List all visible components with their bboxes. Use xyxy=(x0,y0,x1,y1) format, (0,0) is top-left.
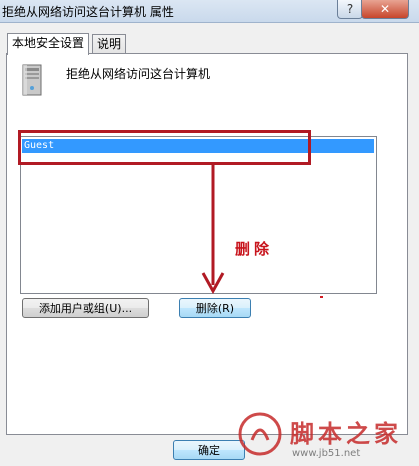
annotation-arrow-icon xyxy=(201,163,225,295)
annotation-highlight-box xyxy=(18,130,311,165)
watermark-brand: 脚本之家 xyxy=(290,419,402,448)
watermark: 脚本之家 www.jb51.net xyxy=(232,404,419,466)
tab-local-security-setting[interactable]: 本地安全设置 xyxy=(7,33,90,55)
help-button[interactable]: ? xyxy=(337,0,363,19)
policy-title: 拒绝从网络访问这台计算机 xyxy=(66,67,211,81)
title-bar: 拒绝从网络访问这台计算机 属性 ? ✕ xyxy=(0,0,419,23)
computer-icon xyxy=(22,64,42,96)
annotation-dot xyxy=(320,296,323,298)
annotation-label: 删除 xyxy=(235,240,274,258)
tab-explain[interactable]: 说明 xyxy=(92,34,127,54)
add-user-or-group-button[interactable]: 添加用户或组(U)... xyxy=(22,298,149,318)
watermark-url: www.jb51.net xyxy=(292,448,361,459)
remove-button[interactable]: 删除(R) xyxy=(179,298,251,318)
close-button[interactable]: ✕ xyxy=(361,0,409,19)
window-title: 拒绝从网络访问这台计算机 属性 xyxy=(2,5,174,19)
watermark-logo-icon xyxy=(238,412,282,456)
